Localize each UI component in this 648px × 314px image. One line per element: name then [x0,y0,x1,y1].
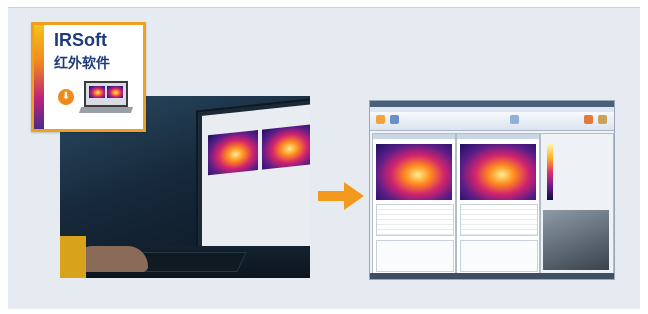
thermal-image-pane [456,133,540,275]
ribbon-button-icon [376,115,385,124]
visual-photo [543,210,609,270]
analysis-side-panel [540,133,614,275]
thermal-image-thumbnail [262,124,310,170]
notes-panel [376,240,454,272]
promo-frame: IRSoft 红外软件 ⬇ [0,0,648,314]
safety-vest-sleeve [60,236,86,278]
logo-title: IRSoft [54,30,107,50]
thermal-image-thumbnail [89,86,105,98]
thermal-image-thumbnail [208,130,258,176]
app-statusbar [370,273,614,279]
temperature-color-scale [547,144,553,200]
pane-title-bar [457,134,539,139]
ribbon-button-icon [598,115,607,124]
monitor-screen [202,104,310,258]
notes-panel [460,240,538,272]
app-ribbon [370,112,614,131]
measurement-table [376,204,454,236]
monitor [196,97,310,265]
laptop-base [78,107,134,113]
hand [78,246,148,272]
thermal-image-pane [372,133,456,275]
thermal-image [460,144,536,200]
pane-title-bar [373,134,455,139]
measurement-table [460,204,538,236]
irsoft-logo-tile: IRSoft 红外软件 ⬇ [31,22,146,132]
thermal-image [376,144,452,200]
color-gradient-stripe [34,25,44,129]
thermal-image-thumbnail [107,86,123,98]
ribbon-button-icon [584,115,593,124]
laptop-screen [84,81,128,107]
ribbon-button-icon [390,115,399,124]
ribbon-button-icon [510,115,519,124]
irsoft-software-screenshot [369,100,615,280]
laptop-icon [78,81,134,115]
arrow-right-icon [318,182,364,210]
logo-subtitle: 红外软件 [54,56,110,72]
download-icon: ⬇ [58,89,74,105]
